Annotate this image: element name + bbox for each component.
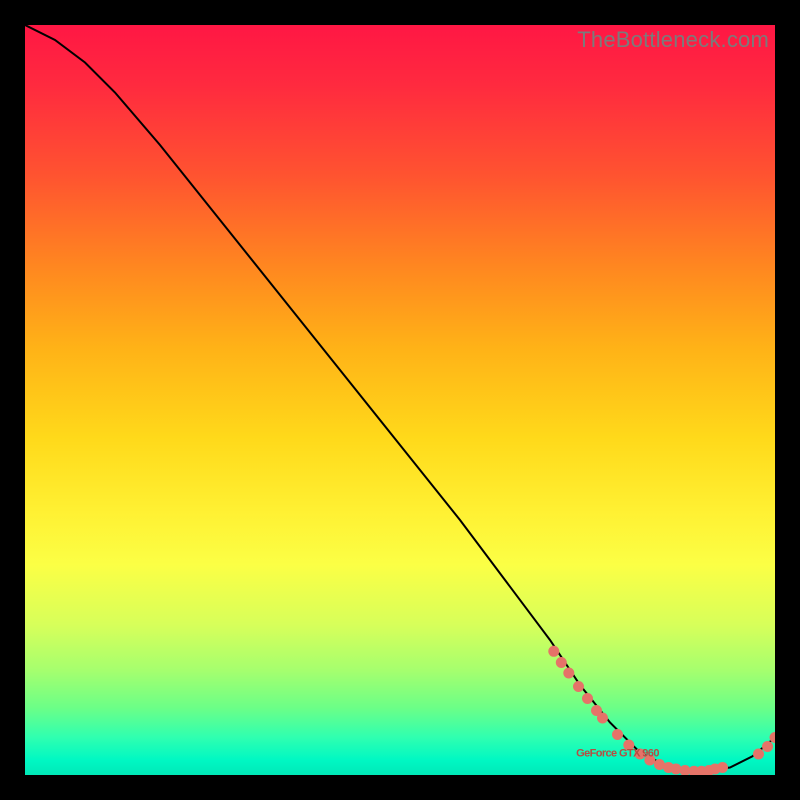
chart-svg: GeForce GTX 960 <box>25 25 775 775</box>
gpu-marker <box>563 668 574 679</box>
gpu-marker <box>548 646 559 657</box>
plot-area: TheBottleneck.com GeForce GTX 960 <box>25 25 775 775</box>
annotation-label: GeForce GTX 960 <box>576 747 659 759</box>
gpu-marker <box>573 681 584 692</box>
gpu-marker <box>597 713 608 724</box>
gpu-marker <box>762 741 773 752</box>
gpu-marker <box>612 729 623 740</box>
gpu-marker <box>753 749 764 760</box>
gpu-marker <box>582 693 593 704</box>
chart-frame: TheBottleneck.com GeForce GTX 960 <box>0 0 800 800</box>
gpu-marker <box>556 657 567 668</box>
bottleneck-curve <box>25 25 775 771</box>
gpu-marker <box>717 762 728 773</box>
